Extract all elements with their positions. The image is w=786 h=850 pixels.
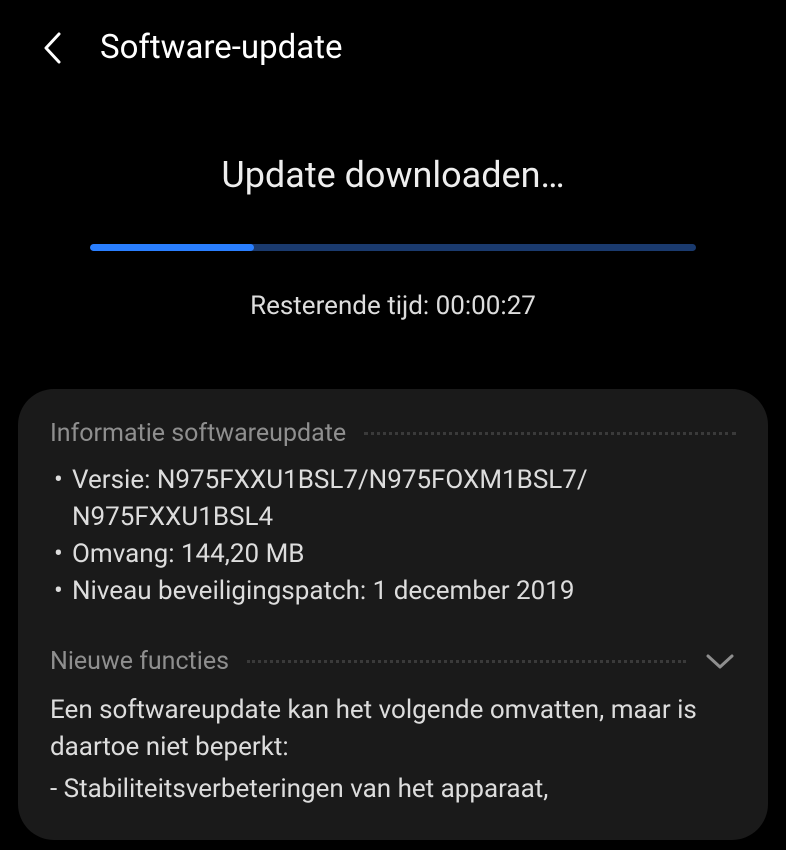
- info-section-label: Informatie softwareupdate: [50, 419, 346, 448]
- progress-bar: [90, 244, 696, 251]
- progress-title: Update downloaden…: [90, 154, 696, 196]
- info-size: Omvang: 144,20 MB: [54, 536, 736, 573]
- features-intro: Een softwareupdate kan het volgende omva…: [50, 692, 736, 766]
- info-section-header: Informatie softwareupdate: [50, 419, 736, 448]
- page-title: Software-update: [100, 28, 343, 67]
- info-list: Versie: N975FXXU1BSL7/N975FOXM1BSL7/ N97…: [50, 462, 736, 610]
- info-card: Informatie softwareupdate Versie: N975FX…: [18, 389, 768, 840]
- chevron-down-icon[interactable]: [704, 646, 736, 678]
- features-section-label: Nieuwe functies: [50, 647, 229, 676]
- progress-section: Update downloaden… Resterende tijd: 00:0…: [0, 89, 786, 321]
- features-item: - Stabiliteitsverbeteringen van het appa…: [50, 771, 736, 808]
- info-version: Versie: N975FXXU1BSL7/N975FOXM1BSL7/ N97…: [54, 462, 736, 536]
- dotted-divider: [247, 660, 686, 663]
- back-icon[interactable]: [36, 32, 68, 64]
- info-patch: Niveau beveiligingspatch: 1 december 201…: [54, 573, 736, 610]
- progress-bar-fill: [90, 244, 254, 251]
- dotted-divider: [364, 432, 736, 435]
- remaining-time: Resterende tijd: 00:00:27: [90, 291, 696, 321]
- header-bar: Software-update: [0, 0, 786, 89]
- features-section-header[interactable]: Nieuwe functies: [50, 646, 736, 678]
- features-section: Nieuwe functies Een softwareupdate kan h…: [50, 646, 736, 809]
